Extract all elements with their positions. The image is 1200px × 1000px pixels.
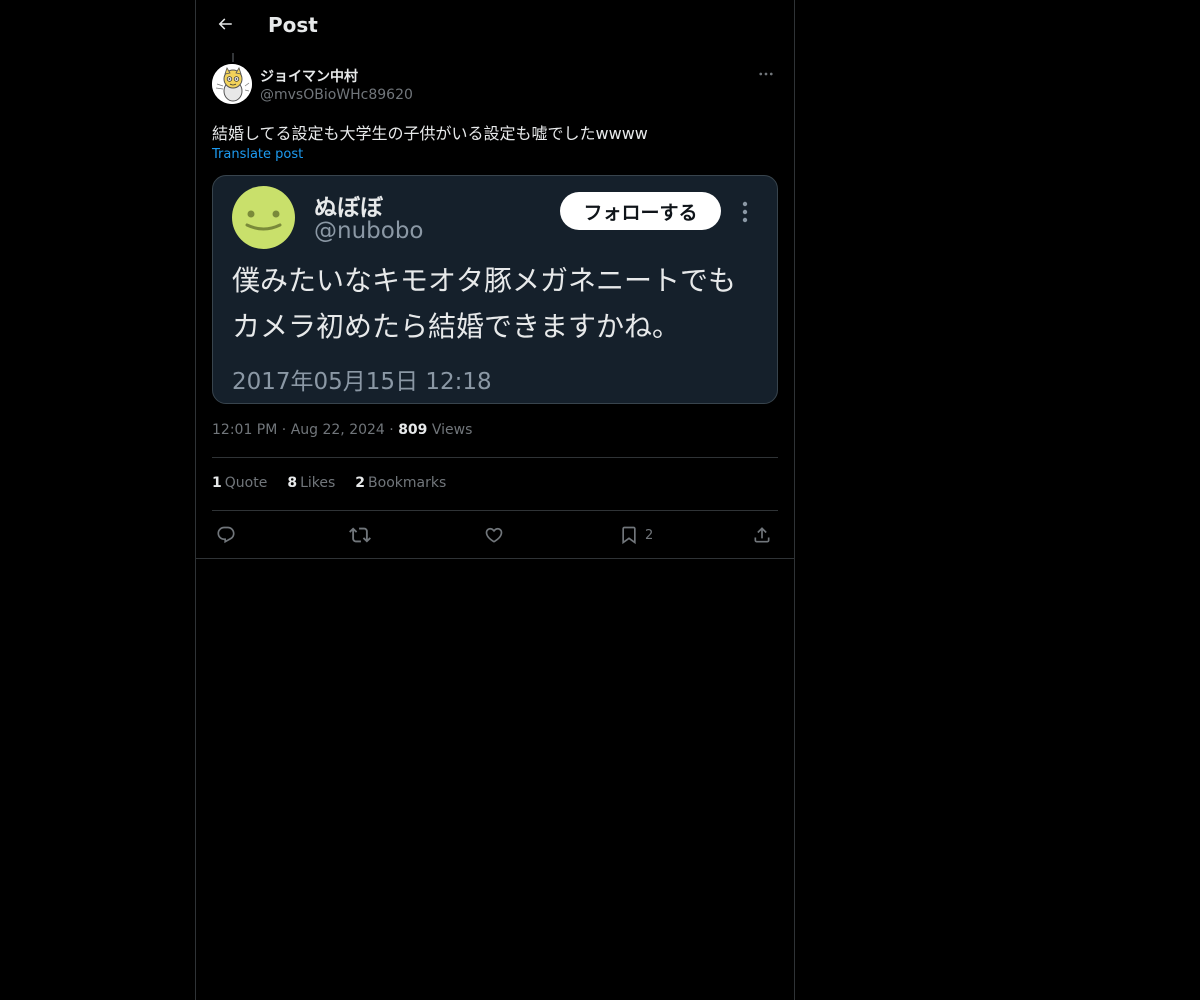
post-date[interactable]: Aug 22, 2024 [291, 422, 385, 438]
post-meta: 12:01 PM · Aug 22, 2024 · 809 Views [212, 422, 472, 438]
divider [212, 457, 778, 458]
quotes-count: 1 [212, 475, 222, 491]
bookmark-icon [619, 525, 639, 545]
main-column: Post ジョイマン中村 @mvsOBioWHc89620 結婚してる設定も大学… [195, 0, 795, 1000]
author-name[interactable]: ジョイマン中村 [260, 66, 358, 86]
post-time[interactable]: 12:01 PM [212, 422, 277, 438]
thread-line [232, 53, 234, 62]
arrow-left-icon [216, 15, 234, 37]
header: Post [196, 0, 794, 53]
heart-icon [484, 525, 504, 545]
likes-label: Likes [300, 475, 336, 491]
share-icon [752, 525, 772, 545]
views-label: Views [431, 422, 473, 438]
reply-button[interactable] [216, 522, 236, 548]
share-button[interactable] [752, 522, 772, 548]
embed-author-handle: @nubobo [314, 218, 424, 244]
like-button[interactable] [484, 522, 504, 548]
likes-count: 8 [287, 475, 298, 491]
embed-text: 僕みたいなキモオタ豚メガネニートでも カメラ初めたら結婚できますかね。 [232, 258, 762, 350]
post-text: 結婚してる設定も大学生の子供がいる設定も嘘でしたwwww [212, 124, 648, 143]
repost-icon [349, 524, 371, 546]
bookmark-count: 2 [645, 527, 654, 543]
views-count: 809 [398, 422, 428, 438]
back-button[interactable] [208, 9, 242, 43]
more-button[interactable] [754, 64, 778, 88]
embed-date: 2017年05月15日 12:18 [232, 369, 492, 395]
smiley-face-avatar [232, 186, 295, 249]
avatar[interactable] [212, 64, 252, 104]
reply-icon [216, 525, 236, 545]
bookmarks-stat[interactable]: 2 Bookmarks [355, 475, 446, 491]
author-row: ジョイマン中村 @mvsOBioWHc89620 [212, 62, 778, 108]
divider [196, 558, 794, 559]
author-handle[interactable]: @mvsOBioWHc89620 [260, 87, 413, 103]
repost-button[interactable] [349, 522, 371, 548]
likes-stat[interactable]: 8 Likes [287, 475, 335, 491]
embed-follow-button: フォローする [560, 192, 721, 230]
more-horizontal-icon [757, 65, 775, 87]
bookmarks-count: 2 [355, 475, 366, 491]
quotes-label: Quote [224, 475, 268, 491]
embed-text-line1: 僕みたいなキモオタ豚メガネニートでも [232, 264, 737, 297]
divider [212, 510, 778, 511]
quotes-stat[interactable]: 1 Quote [212, 475, 267, 491]
meta-separator: · [281, 422, 287, 438]
bookmark-button[interactable]: 2 [619, 522, 653, 548]
page-title: Post [268, 13, 318, 37]
post-stats: 1 Quote 8 Likes 2 Bookmarks [212, 475, 446, 491]
meta-separator: · [389, 422, 394, 438]
embed-author-name: ぬぼぼ [314, 195, 383, 221]
bookmarks-label: Bookmarks [368, 475, 447, 491]
post: ジョイマン中村 @mvsOBioWHc89620 結婚してる設定も大学生の子供が… [212, 62, 778, 545]
translate-post-link[interactable]: Translate post [212, 147, 303, 162]
more-vertical-icon [737, 200, 753, 224]
embedded-tweet-screenshot[interactable]: ぬぼぼ @nubobo フォローする 僕みたいなキモオタ豚メガネニートでも カメ… [212, 175, 778, 404]
embed-text-line2: カメラ初めたら結婚できますかね。 [232, 310, 681, 343]
action-bar: 2 [212, 522, 778, 548]
